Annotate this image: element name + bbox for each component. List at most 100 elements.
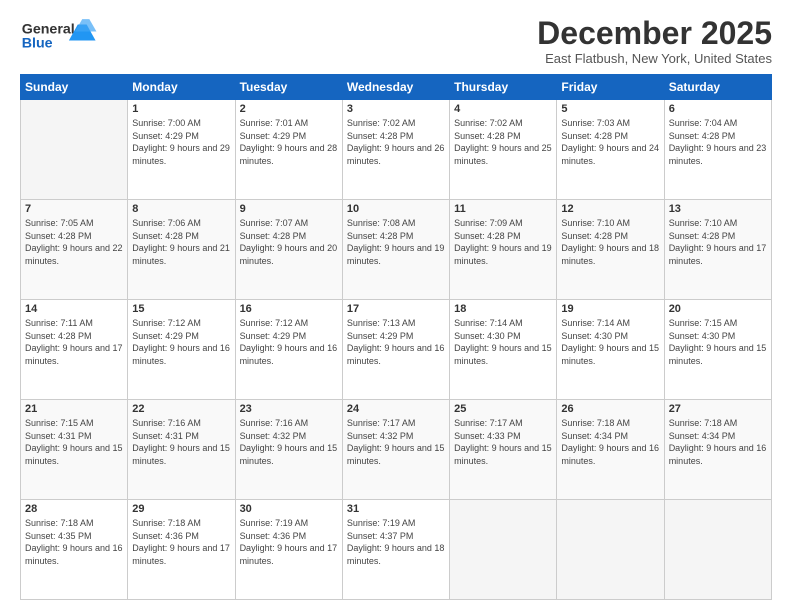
sunrise-text: Sunrise: 7:07 AM: [240, 218, 309, 228]
header-tuesday: Tuesday: [235, 75, 342, 100]
sunset-text: Sunset: 4:29 PM: [132, 131, 199, 141]
table-row: 2Sunrise: 7:01 AMSunset: 4:29 PMDaylight…: [235, 100, 342, 200]
sunset-text: Sunset: 4:32 PM: [240, 431, 307, 441]
day-number: 7: [25, 203, 123, 215]
sunrise-text: Sunrise: 7:15 AM: [669, 318, 738, 328]
day-info: Sunrise: 7:19 AMSunset: 4:37 PMDaylight:…: [347, 517, 445, 567]
table-row: 7 Sunrise: 7:05 AMSunset: 4:28 PMDaylight…: [21, 200, 128, 300]
calendar-week-row: 21Sunrise: 7:15 AMSunset: 4:31 PMDayligh…: [21, 400, 772, 500]
table-row: [21, 100, 128, 200]
sunset-text: Sunset: 4:29 PM: [132, 331, 199, 341]
sunrise-text: Sunrise: 7:14 AM: [454, 318, 523, 328]
daylight-text: Daylight: 9 hours and 19 minutes.: [454, 243, 552, 266]
sunrise-text: Sunrise: 7:09 AM: [454, 218, 523, 228]
sunrise-text: Sunrise: 7:06 AM: [132, 218, 201, 228]
daylight-text: Daylight: 9 hours and 26 minutes.: [347, 143, 445, 166]
day-number: 12: [561, 203, 659, 215]
daylight-text: Daylight: 9 hours and 15 minutes.: [240, 443, 338, 466]
table-row: 1Sunrise: 7:00 AMSunset: 4:29 PMDaylight…: [128, 100, 235, 200]
daylight-text: Daylight: 9 hours and 25 minutes.: [454, 143, 552, 166]
day-number: 21: [25, 403, 123, 415]
sunset-text: Sunset: 4:30 PM: [454, 331, 521, 341]
sunrise-text: Sunrise: 7:04 AM: [669, 118, 738, 128]
table-row: 15Sunrise: 7:12 AMSunset: 4:29 PMDayligh…: [128, 300, 235, 400]
sunrise-text: Sunrise: 7:10 AM: [669, 218, 738, 228]
daylight-text: Daylight: 9 hours and 15 minutes.: [561, 343, 659, 366]
sunset-text: Sunset: 4:28 PM: [25, 231, 92, 241]
day-info: Sunrise: 7:04 AMSunset: 4:28 PMDaylight:…: [669, 117, 767, 167]
day-number: 3: [347, 103, 445, 115]
sunrise-text: Sunrise: 7:13 AM: [347, 318, 416, 328]
table-row: 19Sunrise: 7:14 AMSunset: 4:30 PMDayligh…: [557, 300, 664, 400]
daylight-text: Daylight: 9 hours and 16 minutes.: [240, 343, 338, 366]
table-row: 3 Sunrise: 7:02 AMSunset: 4:28 PMDaylight…: [342, 100, 449, 200]
header-sunday: Sunday: [21, 75, 128, 100]
day-number: 20: [669, 303, 767, 315]
table-row: 24Sunrise: 7:17 AMSunset: 4:32 PMDayligh…: [342, 400, 449, 500]
daylight-text: Daylight: 9 hours and 15 minutes.: [25, 443, 123, 466]
table-row: 12Sunrise: 7:10 AMSunset: 4:28 PMDayligh…: [557, 200, 664, 300]
day-number: 29: [132, 503, 230, 515]
sunrise-text: Sunrise: 7:17 AM: [454, 418, 523, 428]
sunset-text: Sunset: 4:28 PM: [347, 131, 414, 141]
daylight-text: Daylight: 9 hours and 15 minutes.: [347, 443, 445, 466]
sunset-text: Sunset: 4:28 PM: [347, 231, 414, 241]
day-number: 2: [240, 103, 338, 115]
daylight-text: Daylight: 9 hours and 16 minutes.: [132, 343, 230, 366]
daylight-text: Daylight: 9 hours and 18 minutes.: [561, 243, 659, 266]
daylight-text: Daylight: 9 hours and 22 minutes.: [25, 243, 123, 266]
day-info: Sunrise: 7:14 AM Sunset: 4:30 PM Daylight:…: [454, 317, 552, 367]
sunrise-text: Sunrise: 7:14 AM: [561, 318, 630, 328]
sunset-text: Sunset: 4:33 PM: [454, 431, 521, 441]
sunrise-text: Sunrise: 7:18 AM: [561, 418, 630, 428]
sunrise-text: Sunrise: 7:16 AM: [132, 418, 201, 428]
daylight-text: Daylight: 9 hours and 16 minutes.: [561, 443, 659, 466]
day-number: 19: [561, 303, 659, 315]
table-row: 23Sunrise: 7:16 AMSunset: 4:32 PMDayligh…: [235, 400, 342, 500]
table-row: 29Sunrise: 7:18 AMSunset: 4:36 PMDayligh…: [128, 500, 235, 600]
day-info: Sunrise: 7:02 AMSunset: 4:28 PMDaylight:…: [454, 117, 552, 167]
daylight-text: Daylight: 9 hours and 15 minutes.: [454, 343, 552, 366]
table-row: 22Sunrise: 7:16 AMSunset: 4:31 PMDayligh…: [128, 400, 235, 500]
sunrise-text: Sunrise: 7:01 AM: [240, 118, 309, 128]
day-number: 25: [454, 403, 552, 415]
sunrise-text: Sunrise: 7:08 AM: [347, 218, 416, 228]
day-info: Sunrise: 7:09 AM Sunset: 4:28 PM Daylight:…: [454, 217, 552, 267]
day-info: Sunrise: 7:05 AMSunset: 4:28 PMDaylight:…: [25, 217, 123, 267]
day-number: 22: [132, 403, 230, 415]
table-row: 9Sunrise: 7:07 AMSunset: 4:28 PMDaylight…: [235, 200, 342, 300]
day-number: 24: [347, 403, 445, 415]
sunrise-text: Sunrise: 7:15 AM: [25, 418, 94, 428]
title-block: December 2025 East Flatbush, New York, U…: [537, 16, 772, 66]
table-row: 14Sunrise: 7:11 AMSunset: 4:28 PMDayligh…: [21, 300, 128, 400]
calendar-week-row: 28Sunrise: 7:18 AMSunset: 4:35 PMDayligh…: [21, 500, 772, 600]
day-info: Sunrise: 7:17 AMSunset: 4:33 PMDaylight:…: [454, 417, 552, 467]
day-number: 17: [347, 303, 445, 315]
day-number: 14: [25, 303, 123, 315]
sunrise-text: Sunrise: 7:18 AM: [132, 518, 201, 528]
day-number: 16: [240, 303, 338, 315]
table-row: 8Sunrise: 7:06 AMSunset: 4:28 PMDaylight…: [128, 200, 235, 300]
day-number: 5: [561, 103, 659, 115]
day-number: 30: [240, 503, 338, 515]
calendar-table: Sunday Monday Tuesday Wednesday Thursday…: [20, 74, 772, 600]
day-info: Sunrise: 7:02 AMSunset: 4:28 PMDaylight:…: [347, 117, 445, 167]
calendar-week-row: 1Sunrise: 7:00 AMSunset: 4:29 PMDaylight…: [21, 100, 772, 200]
day-number: 1: [132, 103, 230, 115]
svg-text:Blue: Blue: [22, 36, 53, 52]
sunrise-text: Sunrise: 7:03 AM: [561, 118, 630, 128]
sunset-text: Sunset: 4:28 PM: [454, 231, 521, 241]
calendar-week-row: 7 Sunrise: 7:05 AMSunset: 4:28 PMDaylight…: [21, 200, 772, 300]
sunrise-text: Sunrise: 7:19 AM: [347, 518, 416, 528]
header-saturday: Saturday: [664, 75, 771, 100]
sunrise-text: Sunrise: 7:18 AM: [669, 418, 738, 428]
day-number: 26: [561, 403, 659, 415]
sunset-text: Sunset: 4:28 PM: [454, 131, 521, 141]
daylight-text: Daylight: 9 hours and 28 minutes.: [240, 143, 338, 166]
day-info: Sunrise: 7:13 AMSunset: 4:29 PMDaylight:…: [347, 317, 445, 367]
day-info: Sunrise: 7:10 AMSunset: 4:28 PMDaylight:…: [669, 217, 767, 267]
table-row: 20Sunrise: 7:15 AMSunset: 4:30 PMDayligh…: [664, 300, 771, 400]
daylight-text: Daylight: 9 hours and 18 minutes.: [347, 543, 445, 566]
table-row: 4Sunrise: 7:02 AMSunset: 4:28 PMDaylight…: [450, 100, 557, 200]
sunset-text: Sunset: 4:28 PM: [240, 231, 307, 241]
